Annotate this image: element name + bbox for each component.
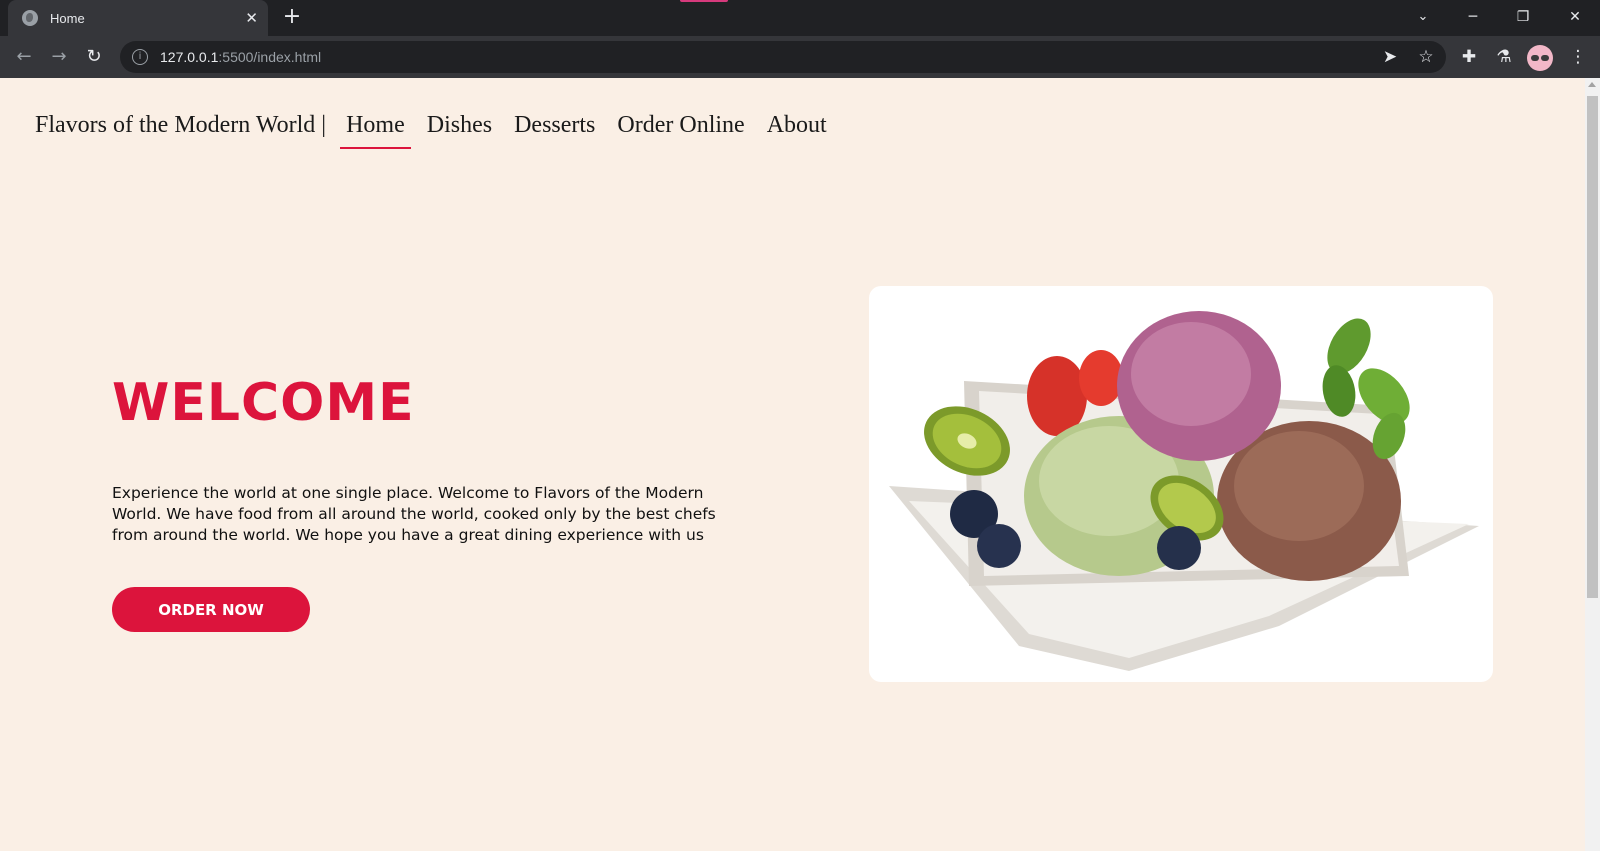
window-close-icon[interactable]: ✕: [1560, 6, 1590, 28]
page-scrollbar[interactable]: [1585, 78, 1600, 851]
nav-link-dishes[interactable]: Dishes: [427, 112, 492, 147]
star-icon[interactable]: ☆: [1414, 45, 1438, 69]
chevron-down-icon[interactable]: ⌄: [1408, 6, 1438, 28]
url-host: 127.0.0.1: [160, 49, 219, 65]
back-arrow-icon[interactable]: ←: [12, 45, 36, 69]
send-icon[interactable]: ➤: [1378, 45, 1402, 69]
nav-link-about[interactable]: About: [767, 112, 827, 147]
avatar[interactable]: [1527, 45, 1553, 71]
forward-arrow-icon[interactable]: →: [47, 45, 71, 69]
scroll-thumb[interactable]: [1587, 96, 1598, 598]
browser-toolbar: ← → ↻ i 127.0.0.1:5500/index.html ➤ ☆ ✚ …: [0, 36, 1600, 78]
nav-link-desserts[interactable]: Desserts: [514, 112, 595, 147]
globe-icon: [22, 10, 38, 26]
info-icon[interactable]: i: [132, 49, 148, 65]
plus-icon[interactable]: +: [280, 6, 304, 30]
browser-tab[interactable]: Home ✕: [8, 0, 268, 36]
address-bar[interactable]: i 127.0.0.1:5500/index.html ➤ ☆: [120, 41, 1446, 73]
page-viewport: Flavors of the Modern World | Home Dishe…: [0, 78, 1585, 851]
order-now-button[interactable]: ORDER NOW: [112, 587, 310, 632]
url-text[interactable]: 127.0.0.1:5500/index.html: [160, 49, 321, 65]
reload-icon[interactable]: ↻: [82, 45, 106, 69]
nav-link-order-online[interactable]: Order Online: [617, 112, 744, 147]
brand-separator: |: [321, 112, 327, 138]
url-path: :5500/index.html: [218, 49, 322, 65]
minimize-icon[interactable]: ─: [1458, 6, 1488, 28]
restore-icon[interactable]: ❐: [1508, 6, 1538, 28]
flask-icon[interactable]: ⚗: [1492, 45, 1516, 69]
site-brand: Flavors of the Modern World: [35, 112, 316, 138]
tab-title: Home: [50, 10, 85, 26]
close-icon[interactable]: ✕: [245, 9, 258, 27]
ice-cream-dessert-image: [869, 286, 1493, 682]
nav-link-home[interactable]: Home: [340, 112, 411, 149]
scroll-up-icon[interactable]: [1588, 82, 1596, 87]
kebab-menu-icon[interactable]: ⋮: [1566, 45, 1590, 69]
tab-group-indicator: [680, 0, 728, 2]
site-nav: Flavors of the Modern World | Home Dishe…: [35, 112, 849, 149]
hero-heading: WELCOME: [112, 373, 415, 433]
hero-text: Experience the world at one single place…: [112, 484, 716, 544]
tab-strip: Home ✕ + ⌄ ─ ❐ ✕: [0, 0, 1600, 36]
puzzle-icon[interactable]: ✚: [1457, 45, 1481, 69]
